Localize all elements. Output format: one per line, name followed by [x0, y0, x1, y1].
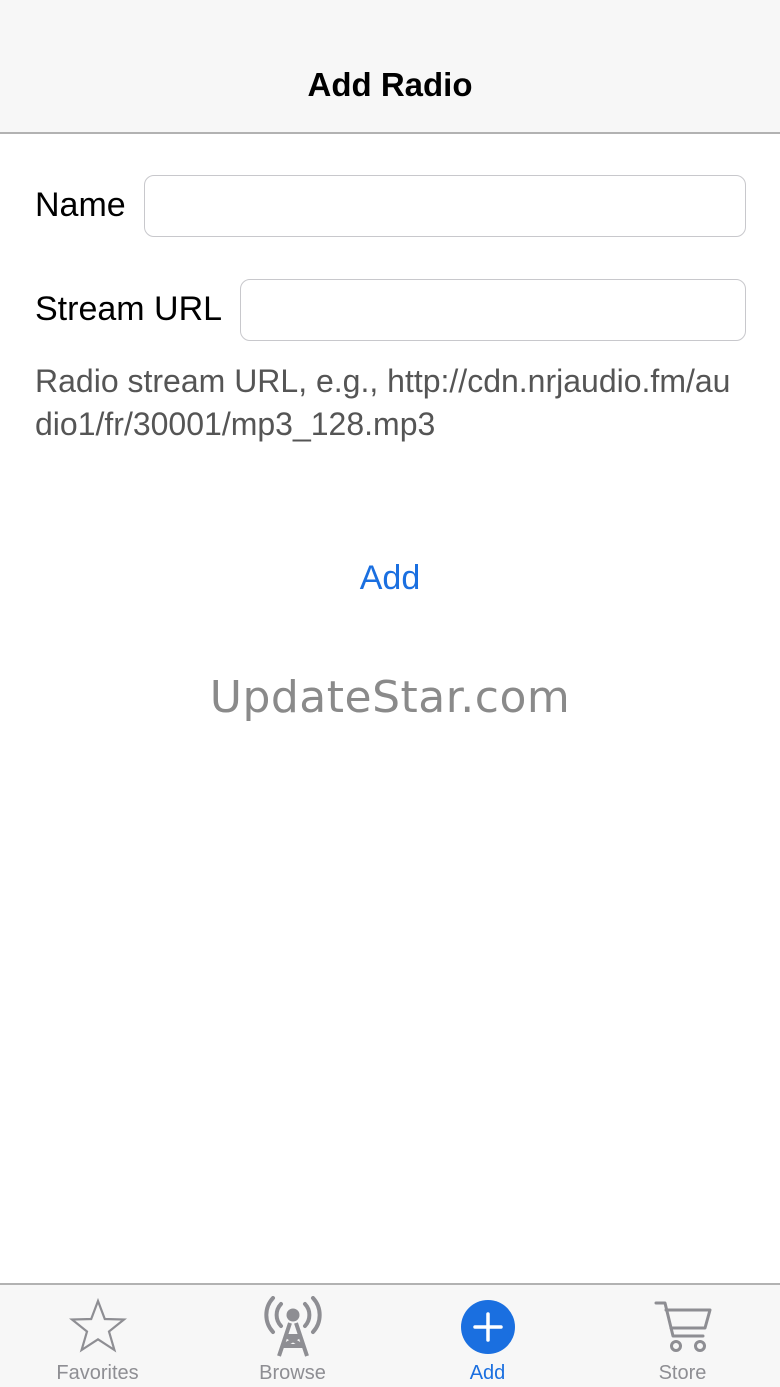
stream-url-input[interactable]: [240, 279, 746, 341]
stream-url-hint: Radio stream URL, e.g., http://cdn.nrjau…: [35, 363, 731, 442]
tab-favorites-label: Favorites: [56, 1362, 139, 1384]
page-title: Add Radio: [307, 66, 473, 103]
navigation-bar: Add Radio: [0, 0, 780, 134]
tab-favorites[interactable]: Favorites: [0, 1285, 195, 1387]
name-input[interactable]: [144, 175, 746, 237]
plus-circle-icon: [458, 1297, 518, 1357]
star-icon: [68, 1297, 128, 1357]
watermark: UpdateStar.com: [209, 672, 571, 723]
tab-store-label: Store: [658, 1362, 707, 1384]
tab-add-label: Add: [469, 1362, 506, 1384]
tab-browse[interactable]: Browse: [195, 1285, 390, 1387]
add-radio-screen: Add Radio Name Stream URL Radio stream U…: [0, 0, 780, 1387]
stream-url-label: Stream URL: [35, 290, 223, 328]
add-button[interactable]: Add: [310, 559, 470, 598]
name-label: Name: [35, 186, 126, 224]
radio-tower-icon: [263, 1296, 323, 1357]
tab-store[interactable]: Store: [585, 1285, 780, 1387]
cart-icon: [653, 1297, 713, 1357]
tab-browse-label: Browse: [259, 1362, 326, 1384]
tab-bar: Favorites Browse Add Store: [0, 1283, 780, 1387]
tab-add[interactable]: Add: [390, 1285, 585, 1387]
